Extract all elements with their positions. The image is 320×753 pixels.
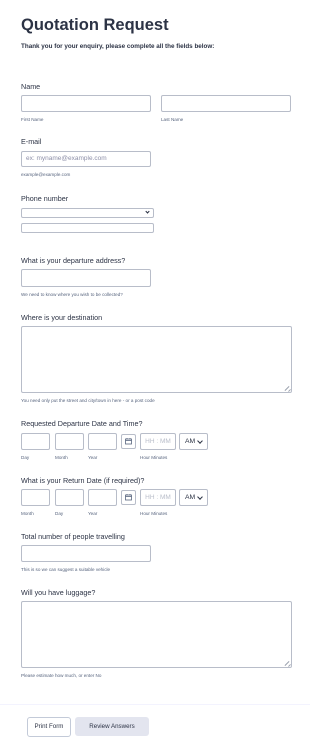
resize-handle-icon[interactable] [285,661,290,666]
chevron-down-icon [145,209,150,214]
people-sublabel: This is so we can suggest a suitable veh… [21,567,111,572]
departure-year-input[interactable] [88,433,117,450]
form-title: Quotation Request [21,16,169,34]
return-year-input[interactable] [88,489,117,506]
first-name-input[interactable] [21,95,151,112]
destination-textarea[interactable] [21,326,292,393]
departure-ampm-select[interactable]: AM [179,433,208,450]
return-year-sublabel: Year [88,511,98,516]
return-ampm-select[interactable]: AM [179,489,208,506]
departure-year-sublabel: Year [88,455,98,460]
destination-label: Where is your destination [21,313,103,322]
form-subtitle: Thank you for your enquiry, please compl… [21,43,215,50]
footer-divider [0,704,310,705]
name-label: Name [21,82,41,91]
phone-label: Phone number [21,194,69,203]
return-calendar-button[interactable] [121,490,136,505]
last-name-input[interactable] [161,95,291,112]
departure-month-sublabel: Month [55,455,68,460]
departure-day-input[interactable] [21,433,50,450]
luggage-label: Will you have luggage? [21,588,96,597]
email-input[interactable]: ex: myname@example.com [21,151,151,167]
departure-time-sublabel: Hour Minutes [140,455,168,460]
departure-calendar-button[interactable] [121,434,136,449]
email-sublabel: example@example.com [21,172,71,177]
phone-input[interactable] [21,223,154,233]
departure-time-input[interactable]: HH : MM [140,433,176,450]
return-day-input[interactable] [55,489,84,506]
departure-day-sublabel: Day [21,455,30,460]
last-name-sublabel: Last Name [161,117,184,122]
chevron-down-icon [197,494,203,500]
luggage-textarea[interactable] [21,601,292,668]
resize-handle-icon[interactable] [285,386,290,391]
return-ampm-value: AM [185,494,196,501]
email-label: E-mail [21,137,42,146]
print-form-button[interactable]: Print Form [27,717,71,737]
return-month-input[interactable] [21,489,50,506]
return-time-sublabel: Hour Minutes [140,511,168,516]
departure-address-sublabel: We need to know where you wish to be col… [21,292,123,297]
chevron-down-icon [197,438,203,444]
people-input[interactable] [21,545,151,562]
departure-datetime-label: Requested Departure Date and Time? [21,419,143,428]
calendar-icon [125,438,132,445]
departure-address-label: What is your departure address? [21,256,126,265]
first-name-sublabel: First Name [21,117,44,122]
review-answers-button[interactable]: Review Answers [75,717,149,736]
departure-ampm-value: AM [185,438,196,445]
departure-address-input[interactable] [21,269,151,287]
return-time-input[interactable]: HH : MM [140,489,176,506]
return-day-sublabel: Day [55,511,64,516]
people-label: Total number of people travelling [21,532,125,541]
calendar-icon [125,494,132,501]
luggage-sublabel: Please estimate how much, or enter No [21,673,102,678]
departure-month-input[interactable] [55,433,84,450]
return-month-sublabel: Month [21,511,34,516]
country-code-select[interactable] [21,208,154,218]
return-date-label: What is your Return Date (if required)? [21,476,145,485]
destination-sublabel: You need only put the street and city/to… [21,398,155,403]
